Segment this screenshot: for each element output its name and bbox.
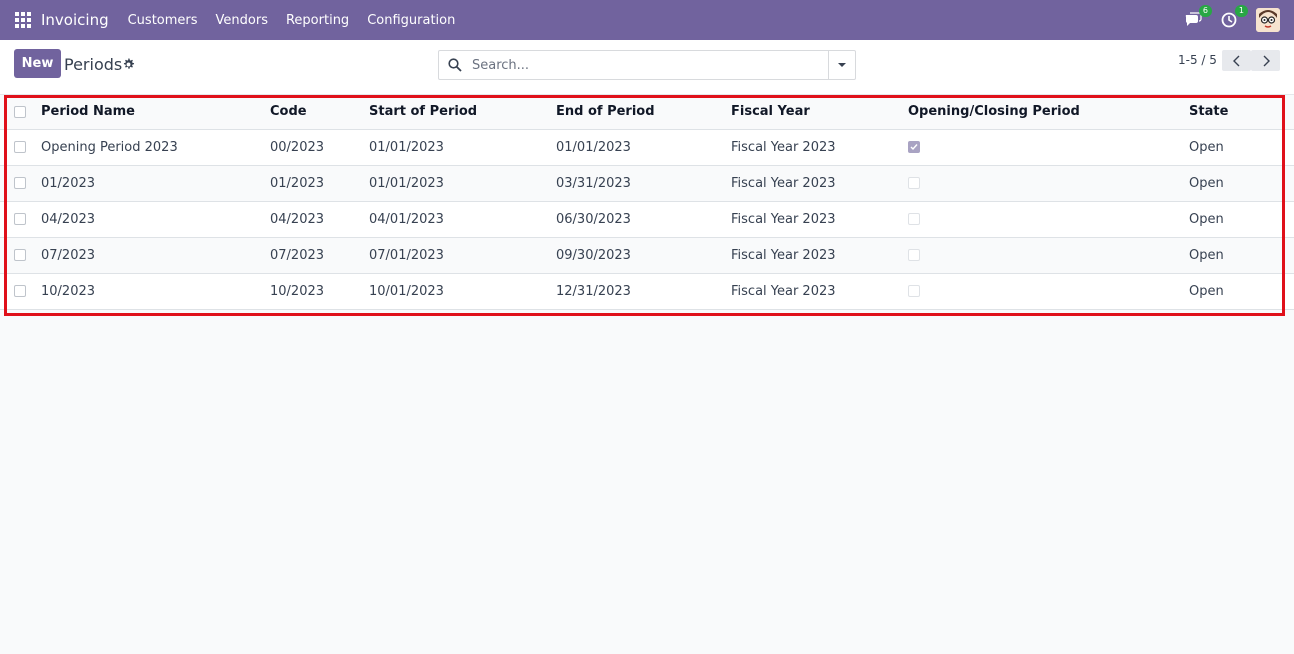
menu-configuration[interactable]: Configuration [367,13,455,28]
row-select-cell [0,129,35,166]
menu-customers[interactable]: Customers [128,13,198,28]
column-header-period-name[interactable]: Period Name [35,95,270,130]
cell-state[interactable]: Open [1189,201,1294,238]
row-checkbox[interactable] [14,213,26,225]
cell-opening-closing [908,201,1189,238]
messages-icon[interactable]: 6 [1184,5,1212,29]
cell-end-of-period[interactable]: 01/01/2023 [556,129,731,166]
cell-code[interactable]: 07/2023 [270,237,369,274]
cell-period-name[interactable]: 01/2023 [35,165,270,202]
row-select-cell [0,237,35,274]
table-row[interactable]: 04/2023 04/2023 04/01/2023 06/30/2023 Fi… [0,201,1294,238]
column-header-fiscal-year[interactable]: Fiscal Year [731,95,908,130]
cell-start-of-period[interactable]: 10/01/2023 [369,273,556,310]
row-select-cell [0,165,35,202]
cell-state[interactable]: Open [1189,129,1294,166]
row-checkbox[interactable] [14,177,26,189]
column-header-code[interactable]: Code [270,95,369,130]
apps-menu-icon[interactable] [15,12,31,28]
activities-badge: 1 [1234,5,1248,17]
table-row[interactable]: 10/2023 10/2023 10/01/2023 12/31/2023 Fi… [0,273,1294,310]
cell-opening-closing [908,129,1189,166]
cell-start-of-period[interactable]: 01/01/2023 [369,165,556,202]
cell-opening-closing [908,273,1189,310]
row-select-cell [0,273,35,310]
cell-code[interactable]: 10/2023 [270,273,369,310]
opening-closing-checked-checkbox [908,141,920,153]
cell-fiscal-year[interactable]: Fiscal Year 2023 [731,201,908,238]
cell-opening-closing [908,237,1189,274]
row-select-cell [0,201,35,238]
cell-end-of-period[interactable]: 03/31/2023 [556,165,731,202]
cell-end-of-period[interactable]: 06/30/2023 [556,201,731,238]
cell-fiscal-year[interactable]: Fiscal Year 2023 [731,165,908,202]
cell-fiscal-year[interactable]: Fiscal Year 2023 [731,273,908,310]
cell-period-name[interactable]: 04/2023 [35,201,270,238]
app-brand[interactable]: Invoicing [41,11,109,29]
periods-list: Period Name Code Start of Period End of … [0,95,1294,310]
select-all-checkbox[interactable] [14,105,26,118]
column-header-end-of-period[interactable]: End of Period [556,95,731,130]
periods-table: Period Name Code Start of Period End of … [0,95,1294,310]
cell-fiscal-year[interactable]: Fiscal Year 2023 [731,129,908,166]
opening-closing-checkbox [908,177,920,189]
cell-fiscal-year[interactable]: Fiscal Year 2023 [731,237,908,274]
search-options-toggle[interactable] [828,51,855,79]
activities-clock-icon[interactable]: 1 [1220,5,1248,29]
column-header-opening-closing-period[interactable]: Opening/Closing Period [908,95,1189,130]
cell-period-name[interactable]: 10/2023 [35,273,270,310]
column-header-start-of-period[interactable]: Start of Period [369,95,556,130]
cell-start-of-period[interactable]: 07/01/2023 [369,237,556,274]
row-checkbox[interactable] [14,285,26,297]
messages-badge: 6 [1198,5,1212,17]
cell-end-of-period[interactable]: 09/30/2023 [556,237,731,274]
checkmark-icon [910,144,918,151]
cell-state[interactable]: Open [1189,237,1294,274]
cell-code[interactable]: 00/2023 [270,129,369,166]
search-icon [448,58,462,72]
cell-start-of-period[interactable]: 04/01/2023 [369,201,556,238]
user-avatar[interactable] [1256,8,1280,32]
pager-next-button[interactable] [1251,50,1280,71]
cell-period-name[interactable]: Opening Period 2023 [35,129,270,166]
gear-icon[interactable] [122,58,135,71]
cell-end-of-period[interactable]: 12/31/2023 [556,273,731,310]
opening-closing-checkbox [908,285,920,297]
cell-code[interactable]: 01/2023 [270,165,369,202]
table-row[interactable]: 07/2023 07/2023 07/01/2023 09/30/2023 Fi… [0,237,1294,274]
chevron-right-icon [1263,55,1270,66]
cell-code[interactable]: 04/2023 [270,201,369,238]
row-checkbox[interactable] [14,141,26,153]
select-all-cell [0,95,35,130]
cell-period-name[interactable]: 07/2023 [35,237,270,274]
cell-opening-closing [908,165,1189,202]
top-navbar: Invoicing Customers Vendors Reporting Co… [0,0,1294,40]
opening-closing-checkbox [908,213,920,225]
pager-previous-button[interactable] [1222,50,1251,71]
pager-value[interactable]: 1-5 / 5 [1178,53,1217,67]
chevron-left-icon [1232,55,1239,66]
cell-state[interactable]: Open [1189,273,1294,310]
table-row[interactable]: Opening Period 2023 00/2023 01/01/2023 0… [0,129,1294,166]
table-row[interactable]: 01/2023 01/2023 01/01/2023 03/31/2023 Fi… [0,165,1294,202]
menu-vendors[interactable]: Vendors [216,13,268,28]
control-panel: New Periods 1-5 / 5 [0,40,1294,95]
table-header-row: Period Name Code Start of Period End of … [0,95,1294,130]
cell-state[interactable]: Open [1189,165,1294,202]
caret-down-icon [838,63,846,67]
search-input[interactable] [472,57,812,73]
row-checkbox[interactable] [14,249,26,261]
new-button[interactable]: New [14,49,61,78]
search-bar [438,50,856,80]
menu-reporting[interactable]: Reporting [286,13,349,28]
page-title: Periods [64,55,123,74]
opening-closing-checkbox [908,249,920,261]
cell-start-of-period[interactable]: 01/01/2023 [369,129,556,166]
column-header-state[interactable]: State [1189,95,1294,130]
